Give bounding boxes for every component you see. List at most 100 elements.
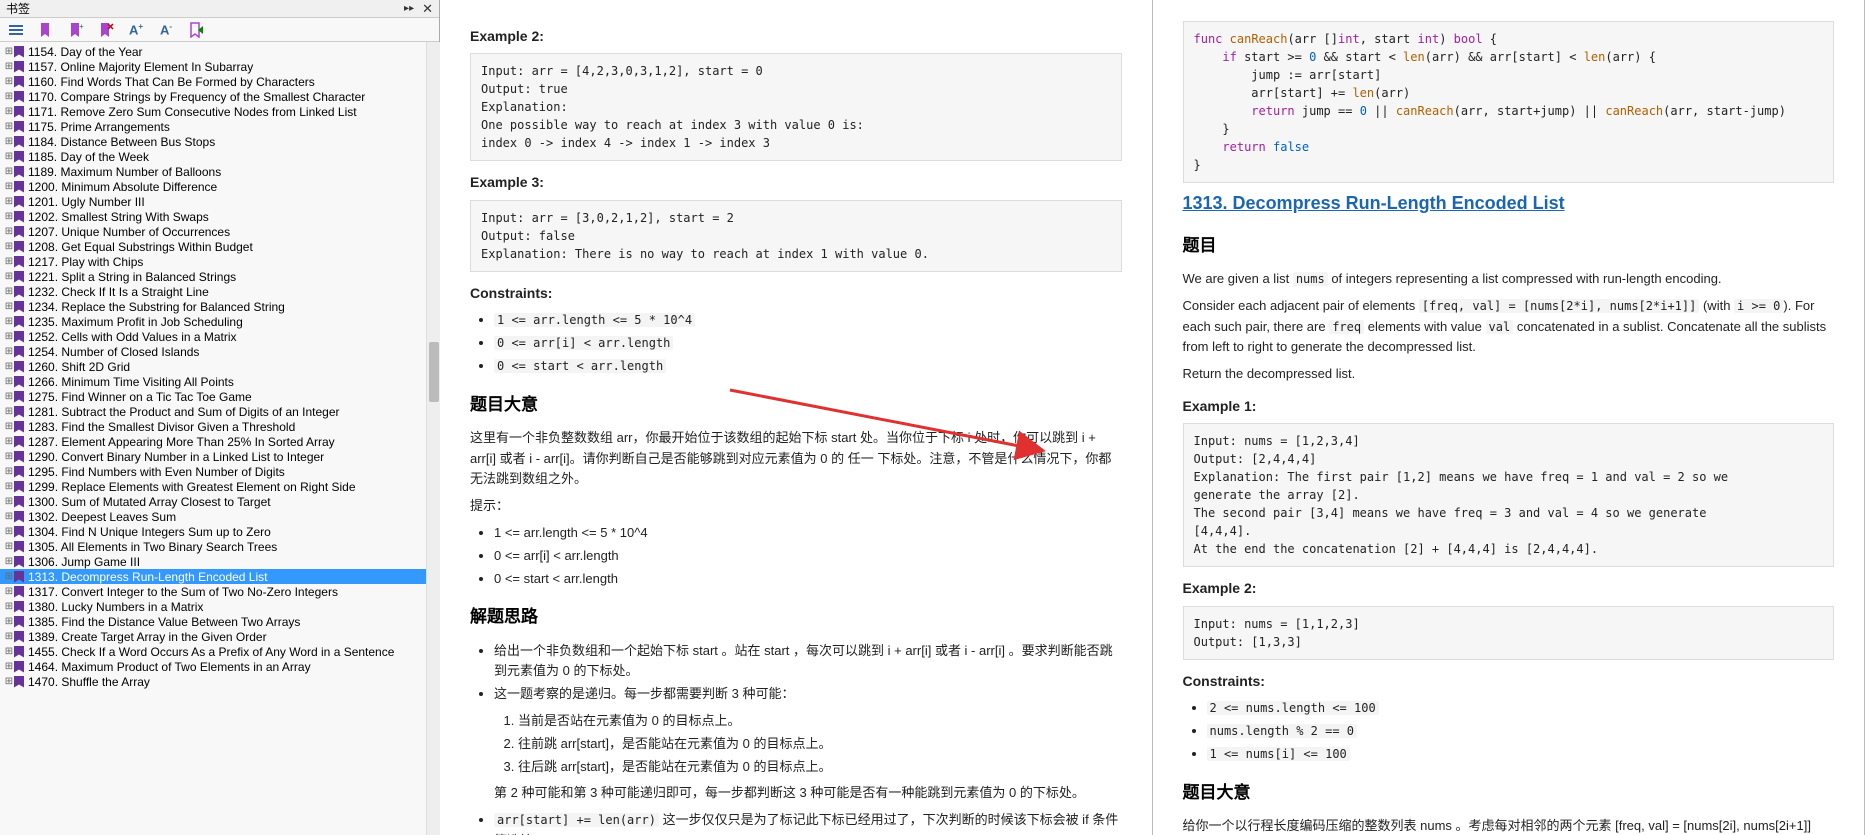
bookmark-item[interactable]: ⊞1234. Replace the Substring for Balance… [0,299,439,314]
bookmark-item[interactable]: ⊞1300. Sum of Mutated Array Closest to T… [0,494,439,509]
sidebar-collapse-icon[interactable]: ▸▸ [404,3,414,14]
expand-icon[interactable]: ⊞ [4,376,14,387]
sidebar-close-icon[interactable]: ✕ [422,1,433,17]
new-bookmark-icon[interactable]: + [68,22,84,38]
bookmark-item[interactable]: ⊞1290. Convert Binary Number in a Linked… [0,449,439,464]
bookmark-item[interactable]: ⊞1304. Find N Unique Integers Sum up to … [0,524,439,539]
expand-all-icon[interactable] [8,22,24,38]
expand-icon[interactable]: ⊞ [4,211,14,222]
bookmark-item[interactable]: ⊞1185. Day of the Week [0,149,439,164]
sidebar-toolbar: + A+ A- [0,18,439,42]
bookmark-item[interactable]: ⊞1287. Element Appearing More Than 25% I… [0,434,439,449]
bookmark-item[interactable]: ⊞1208. Get Equal Substrings Within Budge… [0,239,439,254]
bookmark-item[interactable]: ⊞1160. Find Words That Can Be Formed by … [0,74,439,89]
expand-icon[interactable]: ⊞ [4,46,14,57]
bookmark-item[interactable]: ⊞1313. Decompress Run-Length Encoded Lis… [0,569,439,584]
expand-icon[interactable]: ⊞ [4,631,14,642]
delete-bookmark-icon[interactable] [98,22,114,38]
expand-icon[interactable]: ⊞ [4,316,14,327]
bookmark-item[interactable]: ⊞1232. Check If It Is a Straight Line [0,284,439,299]
expand-icon[interactable]: ⊞ [4,526,14,537]
bookmark-item[interactable]: ⊞1254. Number of Closed Islands [0,344,439,359]
expand-icon[interactable]: ⊞ [4,256,14,267]
bookmark-item[interactable]: ⊞1266. Minimum Time Visiting All Points [0,374,439,389]
bookmark-item[interactable]: ⊞1221. Split a String in Balanced String… [0,269,439,284]
bookmark-item[interactable]: ⊞1455. Check If a Word Occurs As a Prefi… [0,644,439,659]
expand-icon[interactable]: ⊞ [4,121,14,132]
expand-icon[interactable]: ⊞ [4,76,14,87]
expand-icon[interactable]: ⊞ [4,166,14,177]
sidebar-scrollbar[interactable] [426,42,440,835]
bookmark-item[interactable]: ⊞1281. Subtract the Product and Sum of D… [0,404,439,419]
expand-icon[interactable]: ⊞ [4,241,14,252]
expand-icon[interactable]: ⊞ [4,556,14,567]
bookmark-item[interactable]: ⊞1184. Distance Between Bus Stops [0,134,439,149]
expand-icon[interactable]: ⊞ [4,661,14,672]
expand-icon[interactable]: ⊞ [4,286,14,297]
bookmark-item[interactable]: ⊞1171. Remove Zero Sum Consecutive Nodes… [0,104,439,119]
expand-icon[interactable]: ⊞ [4,406,14,417]
bookmark-item[interactable]: ⊞1389. Create Target Array in the Given … [0,629,439,644]
expand-icon[interactable]: ⊞ [4,541,14,552]
font-decrease-icon[interactable]: A- [158,22,174,38]
bookmark-item[interactable]: ⊞1154. Day of the Year [0,44,439,59]
expand-icon[interactable]: ⊞ [4,616,14,627]
expand-icon[interactable]: ⊞ [4,391,14,402]
bookmark-item[interactable]: ⊞1201. Ugly Number III [0,194,439,209]
expand-icon[interactable]: ⊞ [4,676,14,687]
bookmark-item[interactable]: ⊞1464. Maximum Product of Two Elements i… [0,659,439,674]
font-increase-icon[interactable]: A+ [128,22,144,38]
bookmark-item[interactable]: ⊞1305. All Elements in Two Binary Search… [0,539,439,554]
expand-icon[interactable]: ⊞ [4,571,14,582]
bookmark-item[interactable]: ⊞1235. Maximum Profit in Job Scheduling [0,314,439,329]
expand-icon[interactable]: ⊞ [4,601,14,612]
expand-icon[interactable]: ⊞ [4,346,14,357]
bookmark-item[interactable]: ⊞1306. Jump Game III [0,554,439,569]
bookmark-item[interactable]: ⊞1295. Find Numbers with Even Number of … [0,464,439,479]
bookmark-item[interactable]: ⊞1380. Lucky Numbers in a Matrix [0,599,439,614]
bookmark-item[interactable]: ⊞1470. Shuffle the Array [0,674,439,689]
bookmark-item[interactable]: ⊞1157. Online Majority Element In Subarr… [0,59,439,74]
expand-icon[interactable]: ⊞ [4,331,14,342]
expand-icon[interactable]: ⊞ [4,361,14,372]
bookmark-tool-icon[interactable] [38,22,54,38]
expand-icon[interactable]: ⊞ [4,271,14,282]
expand-icon[interactable]: ⊞ [4,511,14,522]
expand-icon[interactable]: ⊞ [4,181,14,192]
expand-icon[interactable]: ⊞ [4,646,14,657]
bookmark-item[interactable]: ⊞1299. Replace Elements with Greatest El… [0,479,439,494]
expand-icon[interactable]: ⊞ [4,466,14,477]
expand-icon[interactable]: ⊞ [4,91,14,102]
bookmark-item[interactable]: ⊞1283. Find the Smallest Divisor Given a… [0,419,439,434]
bookmark-item[interactable]: ⊞1275. Find Winner on a Tic Tac Toe Game [0,389,439,404]
expand-icon[interactable]: ⊞ [4,421,14,432]
expand-icon[interactable]: ⊞ [4,106,14,117]
bookmark-item[interactable]: ⊞1317. Convert Integer to the Sum of Two… [0,584,439,599]
problem-link[interactable]: 1313. Decompress Run-Length Encoded List [1183,189,1835,218]
bookmark-item[interactable]: ⊞1385. Find the Distance Value Between T… [0,614,439,629]
bookmark-item[interactable]: ⊞1252. Cells with Odd Values in a Matrix [0,329,439,344]
expand-icon[interactable]: ⊞ [4,151,14,162]
bookmark-item[interactable]: ⊞1170. Compare Strings by Frequency of t… [0,89,439,104]
expand-icon[interactable]: ⊞ [4,226,14,237]
bookmark-item[interactable]: ⊞1302. Deepest Leaves Sum [0,509,439,524]
expand-icon[interactable]: ⊞ [4,61,14,72]
expand-icon[interactable]: ⊞ [4,451,14,462]
expand-icon[interactable]: ⊞ [4,301,14,312]
bookmark-item[interactable]: ⊞1202. Smallest String With Swaps [0,209,439,224]
bookmark-item[interactable]: ⊞1207. Unique Number of Occurrences [0,224,439,239]
bookmark-item[interactable]: ⊞1217. Play with Chips [0,254,439,269]
expand-icon[interactable]: ⊞ [4,586,14,597]
bookmark-item[interactable]: ⊞1175. Prime Arrangements [0,119,439,134]
expand-icon[interactable]: ⊞ [4,481,14,492]
sidebar-scrollbar-thumb[interactable] [429,342,439,402]
bookmark-item[interactable]: ⊞1200. Minimum Absolute Difference [0,179,439,194]
expand-icon[interactable]: ⊞ [4,496,14,507]
goto-bookmark-icon[interactable] [188,22,204,38]
expand-icon[interactable]: ⊞ [4,136,14,147]
expand-icon[interactable]: ⊞ [4,196,14,207]
expand-icon[interactable]: ⊞ [4,436,14,447]
bookmark-item[interactable]: ⊞1260. Shift 2D Grid [0,359,439,374]
bookmark-list[interactable]: ⊞1154. Day of the Year⊞1157. Online Majo… [0,42,439,835]
bookmark-item[interactable]: ⊞1189. Maximum Number of Balloons [0,164,439,179]
